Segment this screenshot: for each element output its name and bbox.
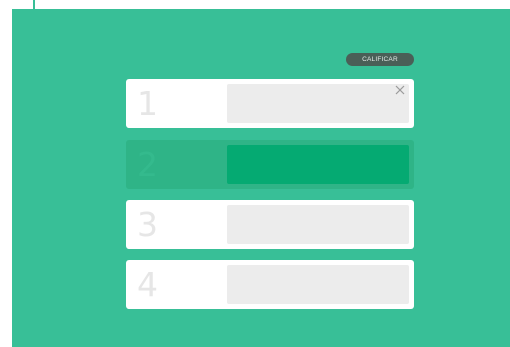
row-number: 1 (137, 84, 158, 123)
answer-slot[interactable] (227, 84, 409, 123)
answer-row-2: 2 (126, 140, 414, 189)
row-number: 3 (137, 205, 158, 244)
close-icon[interactable] (394, 84, 406, 96)
row-number: 4 (137, 265, 158, 304)
qualify-button[interactable]: CALIFICAR (346, 53, 414, 66)
answer-row-4: 4 (126, 260, 414, 309)
answer-row-3: 3 (126, 200, 414, 249)
row-number: 2 (137, 145, 158, 184)
answer-row-1: 1 (126, 79, 414, 128)
answer-slot-active[interactable] (227, 145, 409, 184)
answer-slot[interactable] (227, 265, 409, 304)
answer-slot[interactable] (227, 205, 409, 244)
